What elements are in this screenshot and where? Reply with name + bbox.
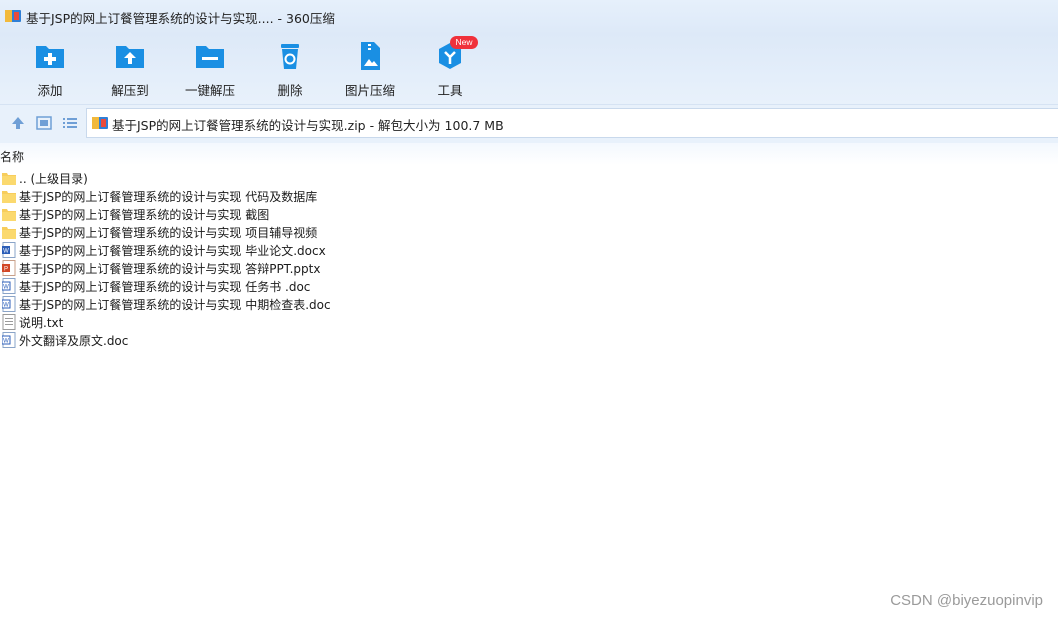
extract-folder-icon (116, 46, 144, 68)
thumbnail-view-icon[interactable] (35, 114, 53, 132)
address-bar[interactable]: 基于JSP的网上订餐管理系统的设计与实现.zip - 解包大小为 100.7 M… (86, 108, 1058, 138)
file-name: 基于JSP的网上订餐管理系统的设计与实现 项目辅导视频 (19, 226, 318, 240)
folder-icon (2, 188, 16, 204)
svg-text:W: W (3, 249, 9, 255)
tools-button[interactable]: New 工具 (410, 36, 490, 98)
list-item[interactable]: 基于JSP的网上订餐管理系统的设计与实现 代码及数据库 (0, 187, 1058, 205)
new-badge: New (450, 36, 478, 49)
list-item[interactable]: 基于JSP的网上订餐管理系统的设计与实现 项目辅导视频 (0, 223, 1058, 241)
one-click-extract-button[interactable]: 一键解压 (170, 38, 250, 98)
one-click-folder-icon (196, 46, 224, 68)
archive-path-text: 基于JSP的网上订餐管理系统的设计与实现.zip - 解包大小为 100.7 M… (112, 118, 504, 133)
column-header[interactable]: 名称 (0, 143, 1058, 165)
list-item[interactable]: W 基于JSP的网上订餐管理系统的设计与实现 任务书 .doc (0, 277, 1058, 295)
list-item[interactable]: W 基于JSP的网上订餐管理系统的设计与实现 毕业论文.docx (0, 241, 1058, 259)
folder-icon (2, 206, 16, 222)
delete-label: 删除 (277, 83, 303, 98)
address-bar-row: 基于JSP的网上订餐管理系统的设计与实现.zip - 解包大小为 100.7 M… (0, 104, 1058, 143)
file-name: .. (上级目录) (19, 172, 88, 186)
toolbar: 添加 解压到 一键解压 删除 图片压缩 New 工具 (0, 34, 1058, 104)
image-compress-icon (361, 42, 380, 70)
recycle-bin-icon (281, 44, 299, 69)
file-name: 基于JSP的网上订餐管理系统的设计与实现 代码及数据库 (19, 190, 318, 204)
list-item[interactable]: 基于JSP的网上订餐管理系统的设计与实现 截图 (0, 205, 1058, 223)
title-bar: 基于JSP的网上订餐管理系统的设计与实现.... - 360压缩 (0, 0, 1058, 34)
one-click-extract-label: 一键解压 (184, 83, 235, 98)
svg-text:W: W (3, 303, 9, 309)
folder-icon (2, 224, 16, 240)
column-name-label: 名称 (0, 150, 25, 164)
list-item[interactable]: P 基于JSP的网上订餐管理系统的设计与实现 答辩PPT.pptx (0, 259, 1058, 277)
file-name: 基于JSP的网上订餐管理系统的设计与实现 毕业论文.docx (19, 244, 326, 258)
word-doc-icon: W (1, 296, 16, 312)
add-folder-icon (36, 46, 64, 68)
extract-to-label: 解压到 (111, 83, 149, 98)
list-view-icon[interactable] (61, 114, 79, 132)
svg-text:W: W (3, 285, 9, 291)
svg-text:P: P (4, 267, 8, 273)
file-name: 基于JSP的网上订餐管理系统的设计与实现 截图 (19, 208, 270, 222)
list-item[interactable]: .. (上级目录) (0, 169, 1058, 187)
image-compress-button[interactable]: 图片压缩 (330, 38, 410, 98)
extract-to-button[interactable]: 解压到 (90, 38, 170, 98)
folder-icon (2, 170, 16, 186)
word-docx-icon: W (2, 242, 16, 258)
window-title: 基于JSP的网上订餐管理系统的设计与实现.... - 360压缩 (26, 11, 335, 26)
up-arrow-icon[interactable] (9, 114, 27, 132)
zip-file-icon (92, 117, 108, 129)
list-item[interactable]: W 外文翻译及原文.doc (0, 331, 1058, 349)
file-name: 说明.txt (19, 316, 64, 330)
file-name: 基于JSP的网上订餐管理系统的设计与实现 答辩PPT.pptx (19, 262, 321, 276)
file-name: 外文翻译及原文.doc (19, 334, 129, 348)
add-button[interactable]: 添加 (10, 38, 90, 98)
file-list: .. (上级目录) 基于JSP的网上订餐管理系统的设计与实现 代码及数据库 基于JS… (0, 169, 1058, 349)
watermark-text: CSDN @biyezuopinvip (890, 592, 1043, 609)
add-label: 添加 (37, 83, 63, 98)
list-item[interactable]: W 基于JSP的网上订餐管理系统的设计与实现 中期检查表.doc (0, 295, 1058, 313)
text-file-icon (2, 314, 16, 330)
file-name: 基于JSP的网上订餐管理系统的设计与实现 任务书 .doc (19, 280, 311, 294)
list-item[interactable]: 说明.txt (0, 313, 1058, 331)
svg-text:W: W (3, 339, 9, 345)
word-doc-icon: W (1, 332, 16, 348)
image-compress-label: 图片压缩 (344, 83, 395, 98)
tools-label: 工具 (437, 83, 463, 98)
delete-button[interactable]: 删除 (250, 38, 330, 98)
word-doc-icon: W (1, 278, 16, 294)
powerpoint-icon: P (2, 260, 16, 276)
zip-archive-icon (5, 10, 21, 22)
file-name: 基于JSP的网上订餐管理系统的设计与实现 中期检查表.doc (19, 298, 331, 312)
